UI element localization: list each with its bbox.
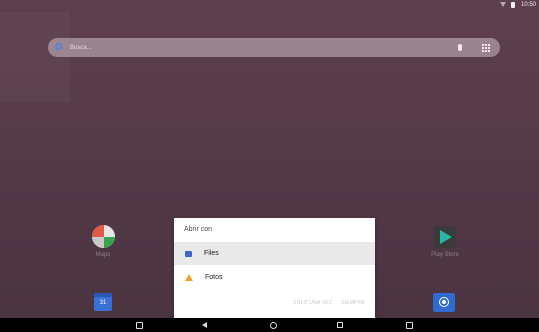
search-placeholder[interactable]: Busca... — [70, 45, 458, 51]
back-icon[interactable] — [202, 322, 207, 328]
play-store-app-label: Play Store — [431, 252, 459, 258]
option-files[interactable]: Files — [174, 242, 375, 265]
volume-up-icon[interactable] — [406, 322, 413, 329]
volume-down-icon[interactable] — [136, 322, 143, 329]
wifi-icon — [500, 2, 506, 7]
maps-app-icon[interactable] — [92, 225, 115, 248]
dialog-actions: SOLO UNA VEZ SIEMPRE — [293, 300, 365, 306]
navigation-bar — [0, 318, 539, 332]
dialog-title: Abrir con — [184, 226, 213, 233]
microphone-icon[interactable] — [458, 44, 462, 51]
maps-app-label: Maps — [95, 252, 111, 258]
status-bar: 10:50 — [0, 0, 539, 10]
home-screen: 10:50 G Busca... Maps Play Store 31 Abri… — [0, 0, 539, 332]
photos-icon — [185, 274, 193, 281]
play-store-app-icon[interactable] — [434, 226, 456, 248]
always-button[interactable]: SIEMPRE — [341, 300, 365, 306]
home-icon[interactable] — [270, 322, 277, 329]
option-label: Files — [204, 250, 219, 257]
left-panel — [0, 12, 70, 102]
status-clock: 10:50 — [520, 2, 536, 8]
app-grid-icon[interactable] — [482, 43, 490, 52]
option-label: Fotos — [205, 274, 223, 281]
camera-app-icon[interactable] — [433, 293, 455, 312]
battery-icon — [511, 2, 515, 8]
search-bar[interactable]: G Busca... — [48, 38, 500, 57]
google-logo-icon: G — [55, 41, 63, 53]
recents-icon[interactable] — [337, 322, 343, 328]
just-once-button[interactable]: SOLO UNA VEZ — [293, 300, 332, 306]
calendar-app-icon[interactable]: 31 — [94, 293, 112, 311]
calendar-day: 31 — [99, 300, 107, 306]
open-with-dialog: Abrir con Files Fotos SOLO UNA VEZ SIEMP… — [174, 218, 375, 318]
files-icon — [185, 250, 192, 257]
option-fotos[interactable]: Fotos — [174, 266, 375, 289]
